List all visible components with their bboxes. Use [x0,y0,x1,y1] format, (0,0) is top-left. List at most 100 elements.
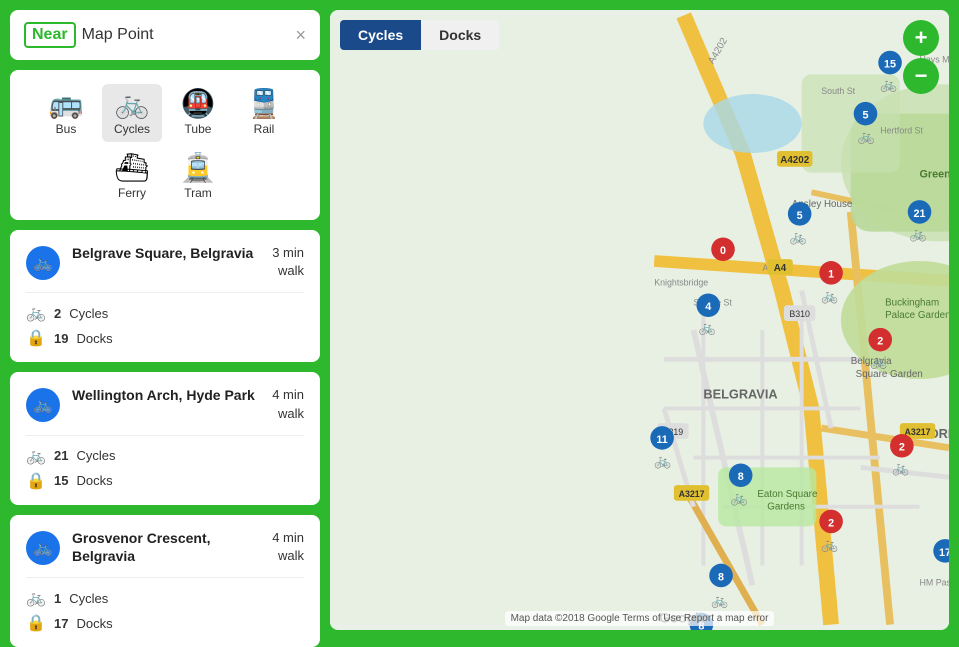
docks-text-2: Docks [76,616,112,631]
cycles-count-2: 1 [54,591,61,606]
svg-text:Palace Gardens: Palace Gardens [885,310,949,321]
cycles-row-1: 🚲 21 Cycles [26,446,304,466]
search-box: Near Map Point × [10,10,320,60]
docks-count-1: 15 [54,473,68,488]
mode-cycles[interactable]: 🚲 Cycles [102,84,162,142]
svg-text:2: 2 [828,517,834,529]
mode-bus[interactable]: 🚌 Bus [36,84,96,142]
svg-text:🚲: 🚲 [858,129,875,145]
bus-label: Bus [56,122,77,136]
station-header-0: 🚲 Belgrave Square, Belgravia 3 minwalk [26,244,304,280]
tube-icon: 🚇 [181,90,216,118]
lock-icon-2: 🔒 [26,613,46,633]
station-card-0: 🚲 Belgrave Square, Belgravia 3 minwalk 🚲… [10,230,320,362]
station-details-2: 🚲 1 Cycles 🔒 17 Docks [26,577,304,633]
cycles-text-2: Cycles [69,591,108,606]
docks-row-2: 🔒 17 Docks [26,613,304,633]
station-card-2: 🚲 Grosvenor Crescent, Belgravia 4 minwal… [10,515,320,647]
svg-text:Buckingham: Buckingham [885,297,939,308]
svg-text:2: 2 [877,336,883,348]
svg-text:🚲: 🚲 [711,593,728,609]
mode-tube[interactable]: 🚇 Tube [168,84,228,142]
tube-label: Tube [185,122,212,136]
svg-text:Gardens: Gardens [767,502,805,513]
svg-text:🚲: 🚲 [821,537,838,553]
svg-text:2: 2 [899,442,905,454]
svg-text:Hertford St: Hertford St [880,125,923,135]
cycles-text-1: Cycles [76,448,115,463]
lock-icon-1: 🔒 [26,471,46,491]
cycles-text-0: Cycles [69,306,108,321]
docks-count-2: 17 [54,616,68,631]
svg-text:A3217: A3217 [905,427,931,437]
svg-text:🚲: 🚲 [654,453,671,469]
tab-docks[interactable]: Docks [421,20,499,50]
svg-text:11: 11 [656,434,667,446]
cycles-label: Cycles [114,122,150,136]
svg-text:🚲: 🚲 [698,320,715,336]
station-name-2: Grosvenor Crescent, Belgravia [72,529,260,565]
mode-rail[interactable]: 🚆 Rail [234,84,294,142]
station-time-2: 4 minwalk [272,529,304,565]
svg-text:🚲: 🚲 [870,354,887,370]
station-info-2: Grosvenor Crescent, Belgravia [72,529,260,565]
svg-text:Eaton Square: Eaton Square [757,489,818,500]
docks-row-1: 🔒 15 Docks [26,471,304,491]
station-name-1: Wellington Arch, Hyde Park [72,386,260,404]
docks-row-0: 🔒 19 Docks [26,328,304,348]
svg-text:🚲: 🚲 [880,77,897,93]
svg-text:🚲: 🚲 [731,491,748,507]
transport-modes-panel: 🚌 Bus 🚲 Cycles 🚇 Tube 🚆 Rail ⛴ Ferry 🚊 T… [10,70,320,220]
cycles-row-0: 🚲 2 Cycles [26,303,304,323]
svg-text:🚲: 🚲 [910,226,927,242]
rail-label: Rail [254,122,275,136]
mode-ferry[interactable]: ⛴ Ferry [102,148,162,206]
station-time-1: 4 minwalk [272,386,304,422]
svg-text:8: 8 [718,571,724,583]
zoom-out-button[interactable]: − [903,58,939,94]
ferry-label: Ferry [118,186,146,200]
svg-text:Green Park: Green Park [920,169,949,181]
tram-label: Tram [184,186,212,200]
svg-text:HM Passport Office: HM Passport Office [920,577,949,587]
bike-icon-1: 🚲 [26,446,46,466]
svg-text:Square Garden: Square Garden [856,369,923,380]
zoom-in-button[interactable]: + [903,20,939,56]
svg-text:🚲: 🚲 [821,288,838,304]
cycles-row-2: 🚲 1 Cycles [26,588,304,608]
docks-text-1: Docks [76,473,112,488]
station-icon-2: 🚲 [26,531,60,565]
svg-text:BELGRAVIA: BELGRAVIA [703,387,777,402]
svg-text:5: 5 [862,110,868,122]
svg-text:0: 0 [720,245,726,257]
rail-icon: 🚆 [247,90,282,118]
svg-text:15: 15 [884,58,896,70]
map-area[interactable]: A4202 A4 Green Park Buckingham Palace Ga… [330,10,949,630]
mode-tram[interactable]: 🚊 Tram [168,148,228,206]
station-icon-1: 🚲 [26,388,60,422]
svg-text:South St: South St [821,86,855,96]
svg-text:🚲: 🚲 [892,460,909,476]
tab-cycles[interactable]: Cycles [340,20,421,50]
svg-text:4: 4 [705,301,711,313]
svg-text:Knightsbridge: Knightsbridge [654,278,708,288]
ferry-icon: ⛴ [114,154,150,182]
svg-text:🚲: 🚲 [790,229,807,245]
zoom-controls: + − [903,20,939,94]
close-button[interactable]: × [295,25,306,46]
station-info-1: Wellington Arch, Hyde Park [72,386,260,404]
svg-text:B310: B310 [789,309,810,319]
svg-text:1: 1 [828,269,834,281]
left-panel: Near Map Point × 🚌 Bus 🚲 Cycles 🚇 Tube 🚆… [10,10,320,630]
tram-icon: 🚊 [181,154,216,182]
station-name-0: Belgrave Square, Belgravia [72,244,260,262]
svg-text:17: 17 [939,547,949,559]
docks-text-0: Docks [76,331,112,346]
svg-text:8: 8 [738,471,744,483]
station-card-1: 🚲 Wellington Arch, Hyde Park 4 minwalk 🚲… [10,372,320,504]
cycles-icon: 🚲 [115,90,150,118]
station-header-2: 🚲 Grosvenor Crescent, Belgravia 4 minwal… [26,529,304,565]
cycles-count-1: 21 [54,448,68,463]
bike-icon-2: 🚲 [26,588,46,608]
station-header-1: 🚲 Wellington Arch, Hyde Park 4 minwalk [26,386,304,422]
